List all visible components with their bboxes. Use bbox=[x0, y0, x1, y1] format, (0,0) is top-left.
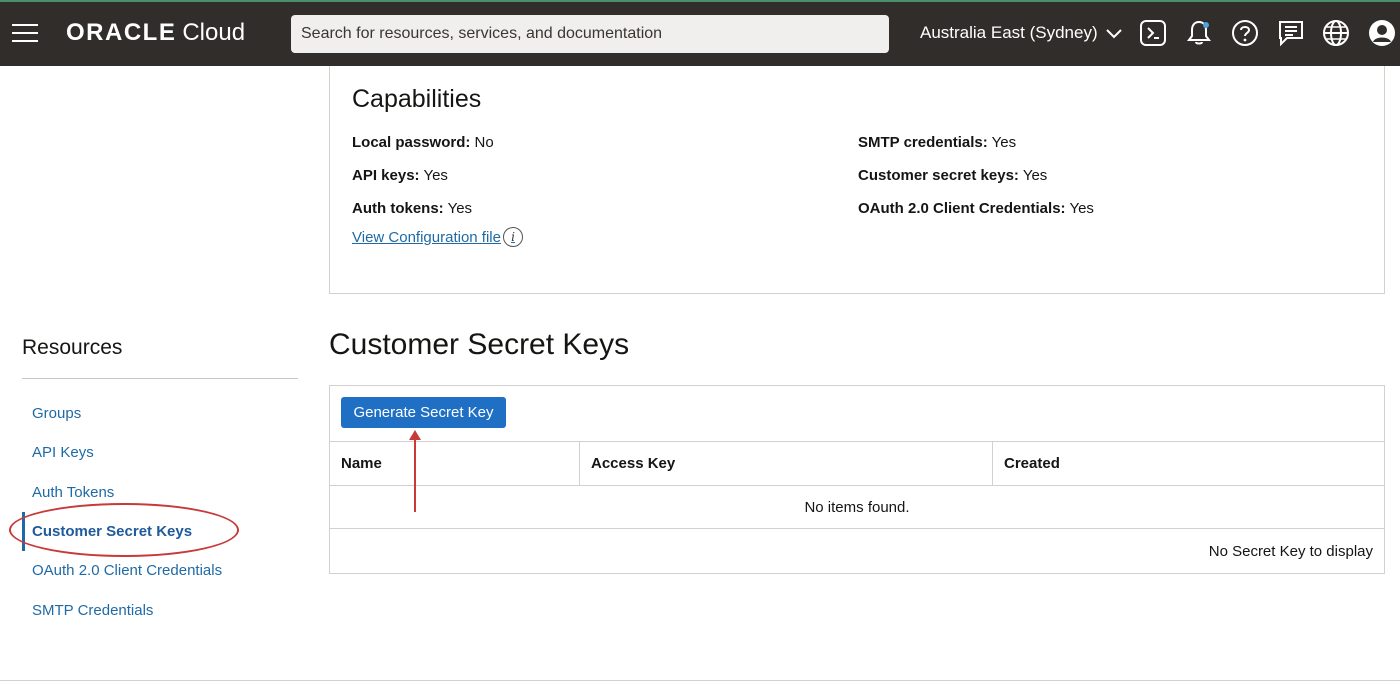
resource-item-auth-tokens[interactable]: Auth Tokens bbox=[22, 473, 298, 512]
capability-label: Auth tokens: bbox=[352, 200, 444, 217]
column-header-name[interactable]: Name bbox=[330, 442, 579, 485]
capability-value: Yes bbox=[423, 167, 448, 184]
capability-api-keys: API keys: Yes bbox=[352, 167, 448, 184]
view-configuration-file-link[interactable]: View Configuration file i bbox=[352, 227, 523, 247]
secret-keys-table: Generate Secret Key Name Access Key Crea… bbox=[329, 385, 1385, 574]
page-bottom-divider bbox=[0, 680, 1400, 681]
brand-cloud: Cloud bbox=[182, 19, 246, 46]
resources-nav: Groups API Keys Auth Tokens Customer Sec… bbox=[22, 394, 298, 630]
capability-value: Yes bbox=[1022, 167, 1048, 184]
resource-item-oauth-client-credentials[interactable]: OAuth 2.0 Client Credentials bbox=[22, 551, 298, 590]
capabilities-title: Capabilities bbox=[352, 85, 482, 113]
chat-icon[interactable] bbox=[1277, 19, 1305, 47]
capability-auth-tokens: Auth tokens: Yes bbox=[352, 200, 472, 217]
config-link-label: View Configuration file bbox=[352, 228, 501, 246]
chevron-down-icon bbox=[1106, 28, 1123, 38]
capability-smtp-credentials: SMTP credentials: Yes bbox=[858, 134, 1016, 151]
table-footer-status: No Secret Key to display bbox=[1208, 543, 1373, 560]
resources-divider bbox=[22, 378, 298, 379]
capability-value: Yes bbox=[447, 200, 473, 217]
column-header-created[interactable]: Created bbox=[992, 442, 1384, 485]
capability-customer-secret-keys: Customer secret keys: Yes bbox=[858, 167, 1047, 184]
help-icon[interactable] bbox=[1231, 19, 1259, 47]
customer-secret-keys-title: Customer Secret Keys bbox=[329, 328, 630, 361]
capabilities-card: Capabilities Local password: No API keys… bbox=[329, 66, 1385, 294]
capability-label: Local password: bbox=[352, 134, 471, 151]
resource-item-customer-secret-keys[interactable]: Customer Secret Keys bbox=[22, 511, 298, 552]
profile-icon[interactable] bbox=[1368, 19, 1396, 47]
capability-value: No bbox=[474, 134, 494, 151]
oracle-cloud-logo[interactable]: ORACLE Cloud bbox=[66, 19, 245, 47]
capability-label: OAuth 2.0 Client Credentials: bbox=[858, 200, 1066, 217]
capability-value: Yes bbox=[991, 134, 1017, 151]
resource-item-api-keys[interactable]: API Keys bbox=[22, 433, 298, 472]
empty-table-message: No items found. bbox=[330, 486, 1384, 529]
resource-item-smtp-credentials[interactable]: SMTP Credentials bbox=[22, 590, 298, 629]
capability-label: SMTP credentials: bbox=[858, 134, 988, 151]
brand-oracle: ORACLE bbox=[66, 19, 177, 46]
capability-label: Customer secret keys: bbox=[858, 167, 1019, 184]
capability-value: Yes bbox=[1069, 200, 1094, 217]
table-header: Name Access Key Created bbox=[330, 441, 1384, 486]
globe-icon[interactable] bbox=[1322, 19, 1350, 47]
search-input[interactable] bbox=[291, 15, 889, 53]
bell-icon[interactable] bbox=[1185, 19, 1213, 47]
region-selector[interactable]: Australia East (Sydney) bbox=[920, 23, 1123, 43]
resources-title: Resources bbox=[22, 336, 123, 359]
info-icon[interactable]: i bbox=[502, 227, 523, 247]
resource-item-groups[interactable]: Groups bbox=[22, 394, 298, 433]
capability-label: API keys: bbox=[352, 167, 420, 184]
region-label: Australia East (Sydney) bbox=[920, 23, 1098, 42]
menu-icon[interactable] bbox=[12, 24, 38, 42]
top-navigation-bar: ORACLECloud Australia East (Sydney) bbox=[0, 0, 1400, 66]
column-header-access-key[interactable]: Access Key bbox=[579, 442, 992, 485]
capability-local-password: Local password: No bbox=[352, 134, 494, 151]
cloud-shell-icon[interactable] bbox=[1139, 19, 1167, 47]
capability-oauth-client-credentials: OAuth 2.0 Client Credentials: Yes bbox=[858, 200, 1094, 217]
top-accent-line bbox=[0, 0, 1400, 2]
generate-secret-key-button[interactable]: Generate Secret Key bbox=[341, 397, 506, 428]
